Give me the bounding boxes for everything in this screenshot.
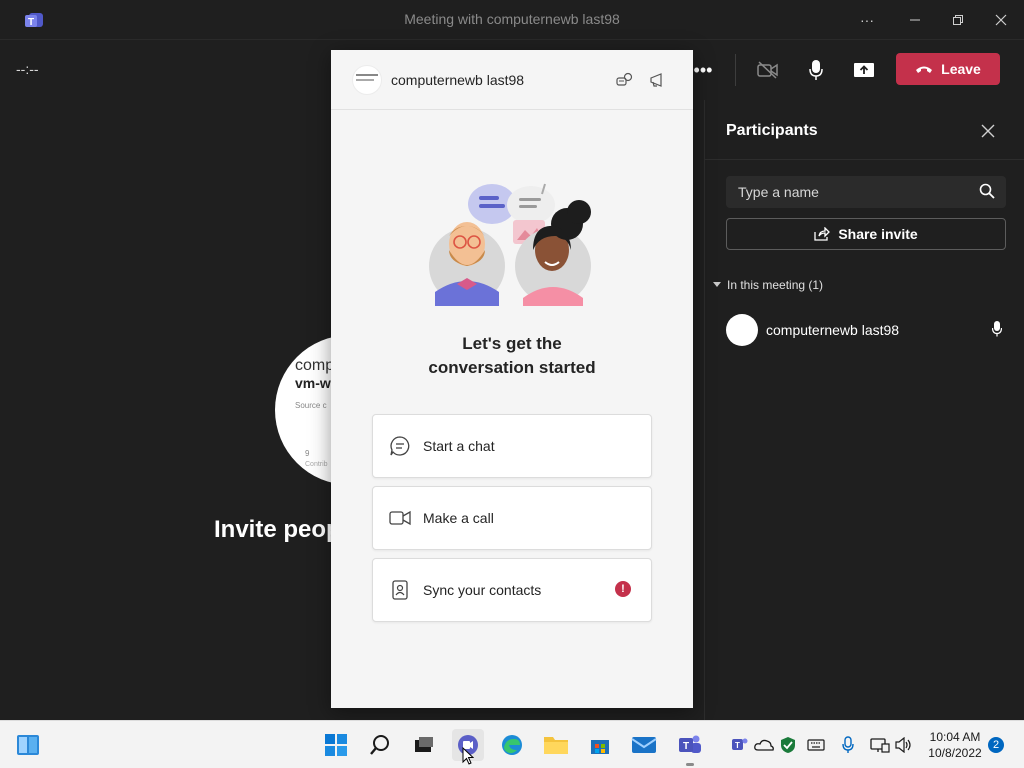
start-button[interactable] [320,729,352,761]
share-icon [814,227,831,241]
contact-avatar [352,65,382,95]
task-view-icon [415,737,433,752]
start-chat-button[interactable]: Start a chat [372,414,652,478]
section-label: In this meeting (1) [727,278,824,292]
avatar-line: comp [295,357,335,374]
edge-icon [502,735,522,755]
network-icon[interactable] [870,735,890,755]
mic-icon[interactable] [838,735,858,755]
start-icon [325,734,347,756]
store-button[interactable] [584,729,616,761]
panel-divider [705,159,1024,160]
task-view-button[interactable] [408,729,440,761]
panel-title: Participants [726,122,818,139]
svg-text:T: T [683,741,689,752]
store-icon [591,740,609,754]
sync-contacts-label: Sync your contacts [423,582,542,598]
hang-up-icon [916,66,933,73]
clock-date: 10/8/2022 [928,746,982,760]
search-icon [979,183,995,204]
mic-icon [809,60,823,80]
leave-button[interactable]: Leave [896,53,1000,85]
file-explorer-icon [544,737,568,754]
participants-panel: Participants Share invite In this meetin… [704,100,1024,720]
teams-tray-icon[interactable]: T [730,735,750,755]
share-invite-label: Share invite [838,226,918,242]
running-indicator [686,763,694,766]
avatar-scribble [356,79,374,81]
teams-icon: T [679,735,701,753]
microphone-button[interactable] [800,54,832,86]
pop-out-chat-button[interactable] [615,70,635,90]
invite-people-text: Invite peop [214,516,341,543]
notification-badge[interactable]: 2 [988,737,1004,753]
mouse-cursor-icon [462,746,475,768]
chat-icon [389,435,411,457]
megaphone-icon [650,73,662,87]
popup-header: computernewb last98 [331,50,693,110]
share-invite-button[interactable]: Share invite [726,218,1006,250]
file-explorer-button[interactable] [540,729,572,761]
avatar-line: Contrib [305,461,328,468]
in-meeting-section-toggle[interactable]: In this meeting (1) [713,278,823,292]
leave-label: Leave [941,61,981,77]
svg-text:T: T [735,741,740,750]
edge-button[interactable] [496,729,528,761]
clock-time: 10:04 AM [929,730,981,744]
taskbar: T T 10:04 AM 10/8/2022 2 [0,720,1024,768]
sync-contacts-button[interactable]: Sync your contacts ! [372,558,652,622]
search-button[interactable] [364,729,396,761]
camera-off-button[interactable] [752,54,784,86]
chat-popup: computernewb last98 Let's get the conver… [331,50,693,708]
make-call-label: Make a call [423,510,494,526]
headline-line-1: Let's get the [462,334,562,353]
participant-row[interactable]: computernewb last98 [726,312,1006,348]
avatar-line: Source c [295,401,327,410]
start-chat-label: Start a chat [423,438,495,454]
close-panel-button[interactable] [977,120,999,142]
caret-down-icon [713,282,721,287]
teams-taskbar-button[interactable]: T [674,729,706,761]
search-icon [370,735,389,755]
people-icon [616,72,633,86]
security-icon[interactable] [778,735,798,755]
restore-button[interactable] [935,0,981,40]
alert-badge: ! [615,581,631,597]
conversation-illustration [427,180,597,310]
participant-avatar [726,314,758,346]
contacts-icon [389,579,411,601]
widgets-icon [17,735,39,755]
mic-icon [991,321,1003,342]
close-icon [981,124,995,138]
onedrive-icon[interactable] [754,735,774,755]
conversation-headline: Let's get the conversation started [331,332,693,380]
avatar-scribble [356,74,378,76]
mail-button[interactable] [628,729,660,761]
headline-line-2: conversation started [428,358,596,377]
avatar-line: 9 [305,449,310,458]
share-screen-button[interactable] [848,54,880,86]
volume-icon[interactable] [894,735,914,755]
more-options-button[interactable]: ··· [844,0,890,40]
widgets-button[interactable] [12,729,44,761]
camera-off-icon [757,61,778,79]
avatar-line: vm-w [295,375,331,391]
video-icon [389,507,411,529]
minimize-button[interactable] [892,0,938,40]
make-call-button[interactable]: Make a call [372,486,652,550]
toolbar-divider [735,54,736,86]
system-clock[interactable]: 10:04 AM 10/8/2022 [922,729,988,761]
share-tray-icon [854,63,874,77]
participant-name: computernewb last98 [766,322,900,338]
announce-button[interactable] [648,70,668,90]
mail-icon [631,737,657,753]
meeting-timer: --:-- [16,61,39,77]
title-bar: T Meeting with computernewb last98 ··· [0,0,1024,40]
keyboard-icon[interactable] [806,735,826,755]
close-window-button[interactable] [978,0,1024,40]
participant-search-input[interactable] [726,176,1006,208]
contact-name: computernewb last98 [391,72,525,88]
